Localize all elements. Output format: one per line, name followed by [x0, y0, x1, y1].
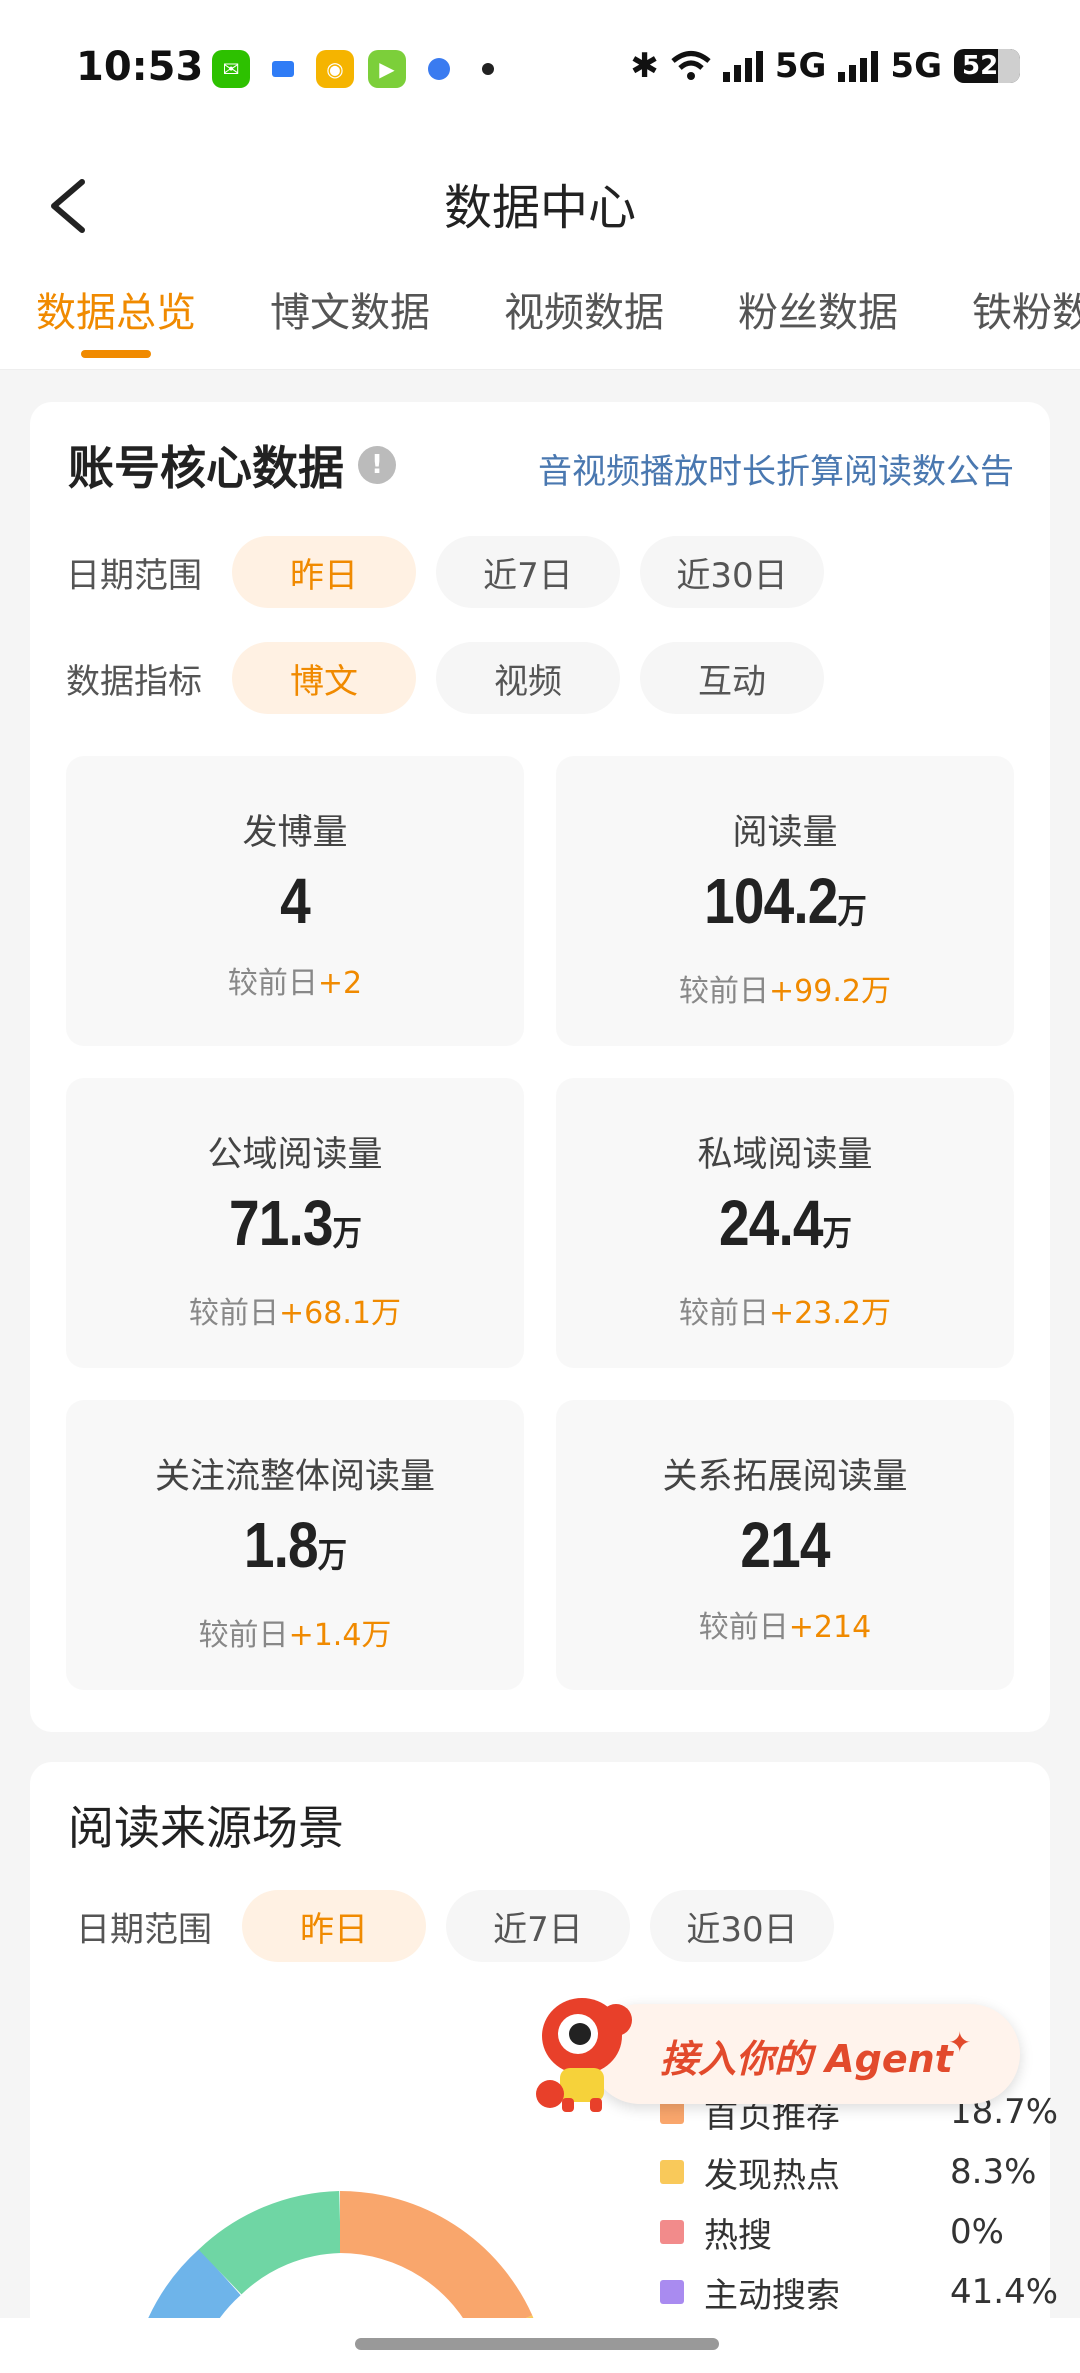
metric-value: 214 — [740, 1509, 830, 1581]
metric-value: 24.4万 — [718, 1187, 852, 1259]
more-notifications-icon — [482, 63, 494, 75]
battery-level: 52 — [962, 51, 999, 81]
core-data-title: 账号核心数据 ! — [68, 432, 396, 498]
metric-delta: 较前日+214 — [698, 1610, 872, 1645]
metric-filter: 数据指标 博文 视频 互动 — [66, 642, 844, 714]
metric-delta: 较前日+23.2万 — [679, 1296, 891, 1331]
message-icon — [264, 50, 302, 88]
legend-pct: 41.4% — [950, 2272, 1059, 2312]
metric-label: 关注流整体阅读量 — [154, 1457, 435, 1497]
weibo-icon: ◉ — [316, 50, 354, 88]
agent-label: 接入你的 Agent — [660, 2037, 953, 2081]
legend-swatch — [660, 2160, 684, 2184]
status-time: 10:53 — [76, 44, 204, 90]
metric-delta: 较前日+99.2万 — [679, 974, 891, 1009]
metric-label: 阅读量 — [732, 813, 838, 853]
tab-bar: 数据总览 博文数据 视频数据 粉丝数据 铁粉数据 — [36, 280, 1080, 360]
status-bar: 10:53 ✉ ◉ ▶ ✱ 5G 5G 52 — [0, 0, 1080, 140]
sparkle-icon: ✦ — [948, 2026, 972, 2059]
bluetooth-icon: ✱ — [630, 46, 659, 86]
metric-card-follow-feed-reads[interactable]: 关注流整体阅读量 1.8万 较前日+1.4万 — [66, 1400, 524, 1690]
signal-icon-2 — [838, 50, 879, 82]
metric-card-posts[interactable]: 发博量 4 较前日+2 — [66, 756, 524, 1046]
info-icon[interactable]: ! — [358, 446, 396, 484]
tab-iron-fans-data[interactable]: 铁粉数据 — [972, 280, 1080, 360]
legend-swatch — [660, 2280, 684, 2304]
donut-segment-green — [198, 2191, 342, 2295]
source-date-yesterday-button[interactable]: 昨日 — [242, 1890, 426, 1962]
wifi-icon — [671, 51, 711, 80]
metric-card-private-reads[interactable]: 私域阅读量 24.4万 较前日+23.2万 — [556, 1078, 1014, 1368]
metric-label: 关系拓展阅读量 — [662, 1457, 908, 1497]
network-type-2: 5G — [890, 46, 942, 86]
metric-interaction-button[interactable]: 互动 — [640, 642, 824, 714]
legend-name: 发现热点 — [704, 2155, 840, 2196]
signal-icon — [722, 50, 763, 82]
metric-card-reads[interactable]: 阅读量 104.2万 较前日+99.2万 — [556, 756, 1014, 1046]
metric-label: 私域阅读量 — [697, 1135, 873, 1175]
date-range-filter: 日期范围 昨日 近7日 近30日 — [66, 536, 844, 608]
legend-item: 发现热点 8.3% — [660, 2142, 1036, 2202]
legend-item: 热搜 0% — [660, 2202, 1004, 2262]
date-7days-button[interactable]: 近7日 — [436, 536, 620, 608]
legend-pct: 8.3% — [950, 2152, 1037, 2192]
tab-post-data[interactable]: 博文数据 — [270, 280, 430, 360]
metric-video-button[interactable]: 视频 — [436, 642, 620, 714]
metric-value: 104.2万 — [704, 865, 867, 937]
agent-floating-button[interactable]: 接入你的 Agent ✦ — [520, 1990, 1020, 2114]
metric-label: 公域阅读量 — [207, 1135, 383, 1175]
read-source-title: 阅读来源场景 — [68, 1801, 344, 1855]
system-icons: ✱ 5G 5G 52 — [630, 46, 1020, 86]
app-icon — [420, 50, 458, 88]
video-app-icon: ▶ — [368, 50, 406, 88]
date-yesterday-button[interactable]: 昨日 — [232, 536, 416, 608]
legend-item: 主动搜索 41.4% — [660, 2262, 1058, 2322]
source-legend: 首页推荐 18.7% 发现热点 8.3% 热搜 0% 主动搜索 41.4% — [660, 2082, 1058, 2322]
date-30days-button[interactable]: 近30日 — [640, 536, 824, 608]
legend-name: 热搜 — [704, 2215, 772, 2256]
battery-icon: 52 — [954, 49, 1020, 83]
metric-label: 数据指标 — [66, 661, 202, 702]
tab-video-data[interactable]: 视频数据 — [504, 280, 664, 360]
metric-card-relation-reads[interactable]: 关系拓展阅读量 214 较前日+214 — [556, 1400, 1014, 1690]
legend-pct: 0% — [950, 2212, 1004, 2252]
donut-segment-orange — [339, 2191, 533, 2342]
notification-icons: ✉ ◉ ▶ — [212, 50, 494, 88]
metric-value: 4 — [280, 865, 311, 937]
nav-bar: 数据中心 数据总览 博文数据 视频数据 粉丝数据 铁粉数据 — [0, 140, 1080, 370]
tab-fans-data[interactable]: 粉丝数据 — [738, 280, 898, 360]
core-data-card: 账号核心数据 ! 音视频播放时长折算阅读数公告 日期范围 昨日 近7日 近30日… — [30, 402, 1050, 1732]
metric-value: 71.3万 — [228, 1187, 362, 1259]
notice-link[interactable]: 音视频播放时长折算阅读数公告 — [538, 444, 1014, 493]
source-date-7days-button[interactable]: 近7日 — [446, 1890, 630, 1962]
metric-delta: 较前日+2 — [227, 966, 363, 1001]
metric-card-public-reads[interactable]: 公域阅读量 71.3万 较前日+68.1万 — [66, 1078, 524, 1368]
core-data-title-text: 账号核心数据 — [68, 441, 344, 495]
metric-delta: 较前日+68.1万 — [189, 1296, 401, 1331]
legend-swatch — [660, 2220, 684, 2244]
mascot-icon — [536, 1998, 632, 2112]
metric-delta: 较前日+1.4万 — [198, 1618, 392, 1653]
metric-post-button[interactable]: 博文 — [232, 642, 416, 714]
legend-name: 主动搜索 — [704, 2275, 840, 2316]
network-type-1: 5G — [774, 46, 827, 86]
metric-label: 发博量 — [242, 813, 348, 853]
home-indicator[interactable] — [355, 2338, 719, 2350]
page-title: 数据中心 — [443, 180, 636, 236]
metric-value: 1.8万 — [243, 1509, 347, 1581]
date-range-label: 日期范围 — [66, 555, 202, 596]
source-date-range-label: 日期范围 — [76, 1909, 212, 1950]
source-date-range-filter: 日期范围 昨日 近7日 近30日 — [76, 1890, 854, 1962]
wechat-icon: ✉ — [212, 50, 250, 88]
tab-overview[interactable]: 数据总览 — [36, 280, 196, 360]
source-date-30days-button[interactable]: 近30日 — [650, 1890, 834, 1962]
